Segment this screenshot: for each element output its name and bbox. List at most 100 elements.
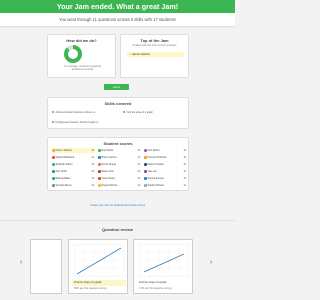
student-score-row: Samira Ferrara 11 (144, 176, 187, 181)
prev-arrow-icon[interactable]: ‹ (20, 259, 22, 266)
skill-label: Add and subtract rational numbers: w... (55, 111, 97, 114)
question-card-left-partial[interactable] (30, 239, 62, 294)
student-score: 11 (91, 156, 94, 159)
skill-item: Find the slope of a graph (123, 111, 153, 114)
student-name: Alex Smith (55, 170, 67, 173)
bullet-icon (123, 111, 125, 114)
avatar-icon (52, 177, 55, 180)
skill-item: Pythagorean theorem: find the length of.… (52, 121, 100, 124)
star-icon: ★ (129, 53, 132, 56)
avatar-icon (144, 163, 147, 166)
student-score: 11 (91, 170, 94, 173)
top-of-jam-card: Top of the Jam Student with the most cor… (120, 34, 189, 78)
question-card[interactable]: Find the slope of a graph 17% got this q… (133, 239, 193, 294)
student-score-row: Siddheth Dalton 11 (52, 162, 95, 167)
student-name: Siddheth Dalton (55, 163, 73, 166)
student-score: 11 (137, 184, 140, 187)
skill-label: Find the slope of a graph (126, 111, 153, 114)
question-card[interactable]: Find the slope of a graph 83% got this q… (68, 239, 128, 294)
avatar-icon (144, 170, 147, 173)
student-name: Brianna Baker (55, 177, 71, 180)
student-score-row: Samaria Moore 11 (52, 183, 95, 188)
got-it-button[interactable]: Got it! (104, 84, 129, 90)
student-name: Diego Hoffman (101, 184, 118, 187)
student-score: 11 (183, 163, 186, 166)
student-score-row: Harriet Jackson 11 (52, 148, 95, 153)
student-score-row: Bruce Carlson 11 (98, 155, 141, 160)
student-name: Sophie Richard (147, 184, 164, 187)
student-score: 11 (91, 163, 94, 166)
avatar-icon (52, 149, 55, 152)
student-name: Ray Patriot (101, 149, 114, 152)
score-donut (64, 45, 82, 63)
how-did-we-do-card: How did we do? On average, students answ… (47, 34, 116, 78)
student-scores-card: Student scores Harriet Jackson 11 Ray Patr… (47, 137, 189, 191)
student-name: Harriet Jackson (55, 149, 73, 152)
student-name: Bruce Carlson (101, 156, 117, 159)
student-score: 11 (183, 149, 186, 152)
top-student-row: ★ Harriet Jackson (127, 52, 184, 57)
question-sub: 83% got this question wrong (74, 287, 107, 290)
student-score: 11 (183, 177, 186, 180)
avatar-icon (98, 177, 101, 180)
student-score: 11 (137, 177, 140, 180)
student-score-row: Marvin Hopkins 11 (144, 162, 187, 167)
avatar-icon (52, 156, 55, 159)
header-banner: Your Jam ended. What a great Jam! (0, 0, 235, 13)
summary-bar: You went through 11 questions across 5 s… (0, 13, 235, 27)
skill-item: Add and subtract rational numbers: w... (52, 111, 97, 114)
student-name: Clint Bolton (147, 149, 160, 152)
question-label: Find the slope of a graph (72, 280, 126, 286)
student-score: 11 (91, 149, 94, 152)
student-score-row: Diego Hoffman 11 (98, 183, 141, 188)
student-score-row: Phoenix Pritchard 11 (144, 155, 187, 160)
student-score-row: Ray Patriot 11 (98, 148, 141, 153)
avatar-icon (98, 170, 101, 173)
bullet-icon (52, 121, 54, 124)
skills-card: Skills covered Add and subtract rational… (47, 97, 189, 129)
student-name: Samira Ferrara (147, 177, 164, 180)
student-score-row: Nicole Chang 11 (98, 162, 141, 167)
student-name: Tian Lee (147, 170, 157, 173)
student-score-row: Clint Bolton 11 (144, 148, 187, 153)
avatar-icon (144, 184, 147, 187)
bullet-icon (52, 111, 54, 114)
avatar-icon (98, 163, 101, 166)
avatar-icon (144, 149, 147, 152)
skill-label: Pythagorean theorem: find the length of.… (55, 121, 100, 124)
student-scores-title: Student scores (103, 141, 133, 146)
student-score: 11 (183, 156, 186, 159)
next-arrow-icon[interactable]: › (210, 259, 212, 266)
graph-thumbnail (139, 244, 189, 277)
create-jam-link[interactable]: Create your Jam for students and review … (0, 204, 235, 207)
avatar-icon (98, 156, 101, 159)
student-name: Samaria Moore (55, 184, 72, 187)
question-sub: 17% got this question wrong (139, 287, 172, 290)
student-name: Marvin Hopkins (147, 163, 164, 166)
student-score-row: Violet Heeler 11 (98, 176, 141, 181)
question-label: Find the slope of a graph (139, 281, 167, 284)
avatar-icon (144, 156, 147, 159)
graph-thumbnail (74, 244, 124, 277)
student-score-row: Brianna Baker 11 (52, 176, 95, 181)
student-score: 11 (91, 177, 94, 180)
student-score: 11 (137, 170, 140, 173)
got-it-label: Got it! (112, 85, 121, 89)
banner-title: Your Jam ended. What a great Jam! (56, 2, 179, 11)
question-review-title: Question review (102, 227, 133, 232)
student-score: 11 (137, 163, 140, 166)
student-name: Violet Heeler (101, 177, 116, 180)
student-score-row: Tian Lee 11 (144, 169, 187, 174)
student-score: 11 (137, 149, 140, 152)
skills-title: Skills covered (104, 101, 132, 106)
top-of-jam-subtitle: Student with the most correct answers (132, 44, 177, 47)
avatar-icon (98, 184, 101, 187)
student-score-row: Mateo Chin 11 (98, 169, 141, 174)
student-score: 11 (91, 184, 94, 187)
student-score: 11 (183, 170, 186, 173)
top-of-jam-title: Top of the Jam (140, 38, 169, 43)
student-score-row: Sophie Richard 11 (144, 183, 187, 188)
avatar-icon (98, 149, 101, 152)
student-score-row: Sophia McDowell 11 (52, 155, 95, 160)
avatar-icon (52, 184, 55, 187)
